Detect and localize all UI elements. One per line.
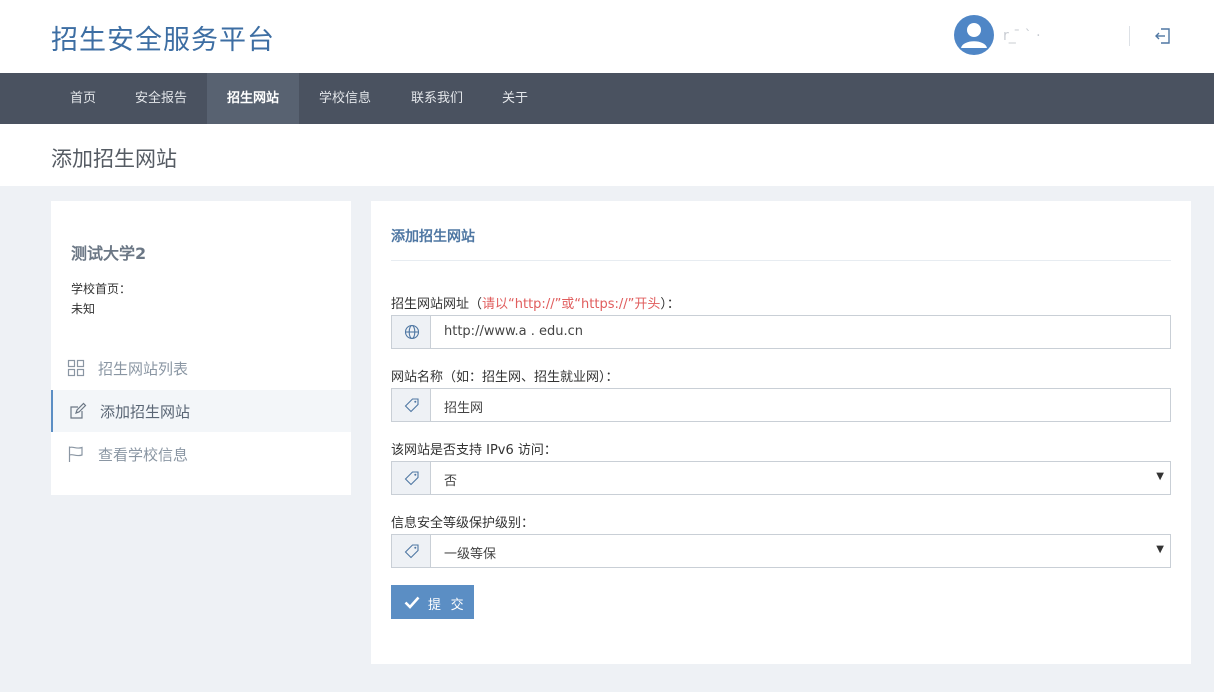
ipv6-addon — [392, 462, 431, 494]
school-name: 测试大学2 — [71, 244, 147, 263]
submit-label: 提 交 — [428, 597, 467, 612]
school-home-label: 学校首页： — [71, 282, 132, 296]
tag-icon — [404, 544, 419, 559]
sidebar-item-label: 查看学校信息 — [98, 446, 189, 464]
logout-icon[interactable] — [1154, 26, 1172, 46]
tag-icon — [404, 471, 419, 486]
sidebar-item-label: 添加招生网站 — [100, 403, 191, 421]
site-name-value: 招生网 — [444, 401, 484, 416]
level-addon — [392, 535, 431, 567]
form-title: 添加招生网站 — [391, 229, 475, 245]
grid-icon — [67, 359, 85, 377]
sidebar-item-site-list[interactable]: 招生网站列表 — [51, 347, 351, 389]
page-title-bar: 添加招生网站 — [0, 124, 1214, 186]
nav-item-contact[interactable]: 联系我们 — [391, 73, 483, 124]
nav-item-security-report[interactable]: 安全报告 — [115, 73, 207, 124]
sidebar-item-view-school[interactable]: 查看学校信息 — [51, 433, 351, 475]
ipv6-select[interactable]: 否 ▼ — [391, 461, 1171, 495]
nav-item-home[interactable]: 首页 — [51, 73, 115, 124]
url-label: 招生网站网址（请以“http://”或“https://”开头）： — [391, 293, 680, 312]
nav-item-admission-sites[interactable]: 招生网站 — [207, 73, 299, 124]
url-value: http://www.a . edu.cn — [444, 324, 584, 339]
caret-down-icon: ▼ — [1156, 544, 1164, 555]
ipv6-value: 否 — [444, 474, 458, 489]
page-title: 添加招生网站 — [51, 147, 177, 171]
level-label: 信息安全等级保护级别： — [391, 516, 535, 531]
username[interactable]: r_ ̄ ` · — [1003, 28, 1041, 44]
form-divider — [391, 260, 1171, 261]
check-icon — [404, 595, 420, 612]
sidebar-item-add-site[interactable]: 添加招生网站 — [51, 390, 351, 432]
nav-item-school-info[interactable]: 学校信息 — [299, 73, 391, 124]
top-header: 招生安全服务平台 r_ ̄ ` · — [0, 0, 1214, 73]
form-panel: 添加招生网站 招生网站网址（请以“http://”或“https://”开头）：… — [371, 201, 1191, 664]
avatar-icon[interactable] — [954, 15, 994, 55]
ipv6-label: 该网站是否支持 IPv6 访问： — [391, 443, 557, 458]
school-home-value: 未知 — [71, 302, 96, 316]
security-level-value: 一级等保 — [444, 547, 497, 562]
edit-icon — [69, 402, 87, 420]
security-level-select[interactable]: 一级等保 ▼ — [391, 534, 1171, 568]
nav-item-about[interactable]: 关于 — [483, 73, 547, 124]
main-nav: 首页 安全报告 招生网站 学校信息 联系我们 关于 — [0, 73, 1214, 124]
submit-button[interactable]: 提 交 — [391, 585, 474, 619]
brand-title[interactable]: 招生安全服务平台 — [51, 18, 275, 57]
globe-icon — [404, 324, 420, 340]
url-hint: 请以“http://”或“https://”开头 — [482, 297, 661, 312]
name-addon — [392, 389, 431, 421]
flag-icon — [67, 445, 85, 463]
url-label-end: ）： — [660, 297, 680, 312]
sidebar-item-label: 招生网站列表 — [98, 360, 189, 378]
header-divider — [1129, 26, 1130, 46]
url-input[interactable]: http://www.a . edu.cn — [391, 315, 1171, 349]
sidebar-panel: 测试大学2 学校首页： 未知 招生网站列表 添加招生网站 查看学校信息 — [51, 201, 351, 495]
url-addon — [392, 316, 431, 348]
url-label-text: 招生网站网址（ — [391, 297, 483, 312]
tag-icon — [404, 398, 419, 413]
site-name-input[interactable]: 招生网 — [391, 388, 1171, 422]
caret-down-icon: ▼ — [1156, 471, 1164, 482]
name-label: 网站名称（如：招生网、招生就业网）： — [391, 370, 619, 385]
